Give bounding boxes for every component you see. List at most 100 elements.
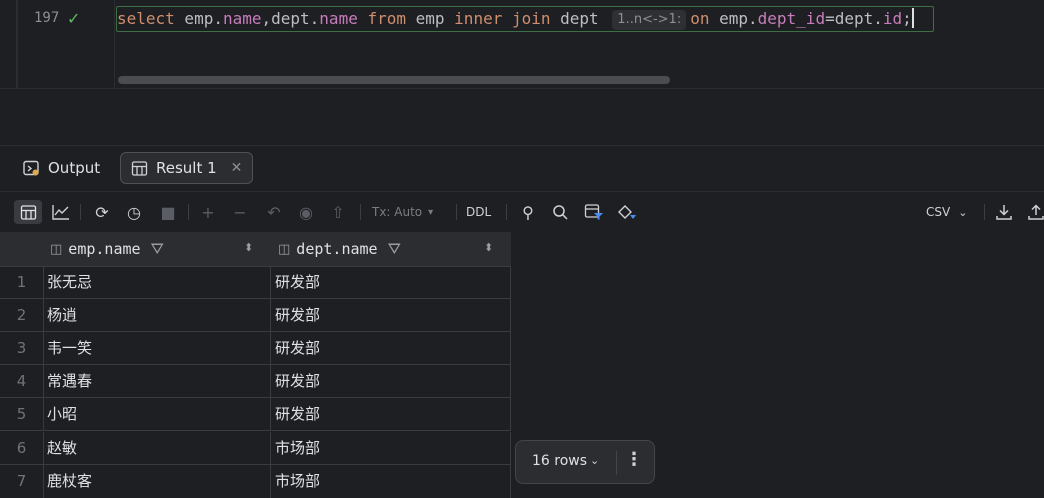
sql-field: name (319, 9, 358, 28)
delete-row-button[interactable]: − (228, 200, 252, 224)
minus-icon: − (233, 202, 247, 222)
cell-dept-name[interactable]: 研发部 (271, 398, 511, 431)
sql-text: emp. (174, 9, 223, 28)
cell-emp-name[interactable]: 赵敏 (44, 432, 271, 465)
table-row[interactable]: 3 韦一笑 研发部 (0, 332, 511, 365)
export-button[interactable] (992, 200, 1016, 224)
divider (0, 88, 1044, 89)
table-icon (131, 160, 148, 176)
table-view-button[interactable] (14, 200, 42, 224)
editor-left-strip (16, 0, 18, 88)
tab-result-1[interactable]: Result 1 ✕ (120, 152, 254, 184)
ddl-label: DDL (466, 205, 492, 219)
row-number: 7 (0, 465, 44, 498)
row-number: 3 (0, 332, 44, 365)
table-icon (20, 204, 36, 220)
sql-text: ; (902, 9, 912, 28)
tab-output[interactable]: Output (22, 152, 100, 184)
results-grid: ◫ emp.name ⛛ ⬍ ◫ dept.name ⛛ ⬍ 1 张无忌 研发部… (0, 232, 511, 498)
filter-table-button[interactable] (582, 200, 606, 224)
cell-dept-name[interactable]: 研发部 (271, 266, 511, 299)
revert-button[interactable]: ↶ (262, 200, 286, 224)
sort-icon[interactable]: ⬍ (484, 241, 493, 254)
chevron-down-icon: ⌄ (958, 205, 968, 219)
preview-changes-button[interactable]: ◉ (294, 200, 318, 224)
submit-button[interactable]: ⇧ (326, 200, 350, 224)
upload-icon (1028, 204, 1044, 220)
column-header-dept-name[interactable]: ◫ dept.name ⛛ ⬍ (278, 232, 511, 266)
transaction-mode-label: Tx: Auto (372, 205, 423, 219)
row-number: 5 (0, 398, 44, 431)
results-toolbar: ⟳ ◷ ■ + − ↶ ◉ ⇧ Tx: Auto ▾ DDL ⚲ CSV ⌄ (0, 191, 1044, 232)
table-row[interactable]: 2 杨逍 研发部 (0, 299, 511, 332)
row-number: 2 (0, 299, 44, 332)
table-row[interactable]: 1 张无忌 研发部 (0, 266, 511, 299)
code-line[interactable]: select emp.name,dept.name from emp inner… (116, 6, 934, 32)
search-icon (552, 204, 568, 220)
cell-emp-name[interactable]: 鹿杖客 (44, 465, 271, 498)
pin-button[interactable]: ⚲ (516, 200, 540, 224)
undo-icon: ↶ (267, 202, 281, 222)
output-console-icon (23, 160, 39, 176)
filter-icon[interactable]: ⛛ (388, 239, 401, 259)
more-options-icon[interactable]: ⋮ (625, 449, 643, 470)
export-format-label: CSV (926, 205, 951, 219)
cell-dept-name[interactable]: 市场部 (271, 432, 511, 465)
cell-emp-name[interactable]: 杨逍 (44, 299, 271, 332)
arrow-up-icon: ⇧ (331, 202, 345, 222)
cell-emp-name[interactable]: 韦一笑 (44, 332, 271, 365)
export-format-dropdown[interactable]: CSV ⌄ (926, 200, 967, 224)
cell-emp-name[interactable]: 张无忌 (44, 266, 271, 299)
search-button[interactable] (548, 200, 572, 224)
cell-dept-name[interactable]: 研发部 (271, 332, 511, 365)
sql-editor[interactable]: 197 ✓ select emp.name,dept.name from emp… (0, 0, 1044, 88)
sql-keyword: from (367, 9, 406, 28)
cell-dept-name[interactable]: 市场部 (271, 465, 511, 498)
toolbar-separator (80, 204, 81, 220)
column-header-label: emp.name (68, 240, 141, 258)
sql-text: emp. (709, 9, 758, 28)
eye-icon: ◉ (299, 202, 313, 222)
tab-result-label: Result 1 (156, 159, 217, 177)
ddl-button[interactable]: DDL (466, 200, 491, 224)
join-cardinality-hint: 1..n<->1: (612, 10, 687, 30)
chart-view-button[interactable] (49, 200, 73, 224)
column-icon: ◫ (278, 241, 291, 257)
table-row[interactable]: 4 常遇春 研发部 (0, 365, 511, 398)
cell-emp-name[interactable]: 常遇春 (44, 365, 271, 398)
table-filter-icon (584, 204, 603, 220)
column-icon: ◫ (50, 241, 63, 257)
add-row-button[interactable]: + (196, 200, 220, 224)
paint-format-button[interactable] (614, 200, 638, 224)
column-header-emp-name[interactable]: ◫ emp.name ⛛ ⬍ (50, 232, 271, 266)
refresh-button[interactable]: ⟳ (90, 200, 114, 224)
cell-dept-name[interactable]: 研发部 (271, 299, 511, 332)
cell-emp-name[interactable]: 小昭 (44, 398, 271, 431)
sql-text: =dept. (825, 9, 883, 28)
import-button[interactable] (1024, 200, 1044, 224)
chevron-down-icon[interactable]: ⌄ (590, 454, 599, 467)
column-header-label: dept.name (296, 240, 378, 258)
sort-icon[interactable]: ⬍ (244, 241, 253, 254)
transaction-mode-dropdown[interactable]: Tx: Auto ▾ (372, 200, 433, 224)
check-icon: ✓ (67, 9, 81, 28)
stop-button[interactable]: ■ (156, 200, 180, 224)
table-row[interactable]: 6 赵敏 市场部 (0, 432, 511, 465)
table-row[interactable]: 7 鹿杖客 市场部 (0, 465, 511, 498)
history-button[interactable]: ◷ (122, 200, 146, 224)
sql-text: dept (550, 9, 609, 28)
row-count-dropdown[interactable]: 16 rows (532, 453, 587, 469)
cell-dept-name[interactable]: 研发部 (271, 365, 511, 398)
table-row[interactable]: 5 小昭 研发部 (0, 398, 511, 431)
close-icon[interactable]: ✕ (231, 160, 243, 176)
filter-icon[interactable]: ⛛ (151, 239, 164, 259)
toolbar-separator (188, 204, 189, 220)
sql-text: emp (406, 9, 455, 28)
editor-gutter: 197 ✓ (24, 0, 115, 88)
sql-keyword: select (117, 9, 175, 28)
row-number: 1 (0, 266, 44, 299)
clock-icon: ◷ (127, 202, 141, 222)
plus-icon: + (201, 202, 215, 222)
pin-icon: ⚲ (522, 202, 534, 222)
horizontal-scrollbar[interactable] (118, 76, 670, 84)
